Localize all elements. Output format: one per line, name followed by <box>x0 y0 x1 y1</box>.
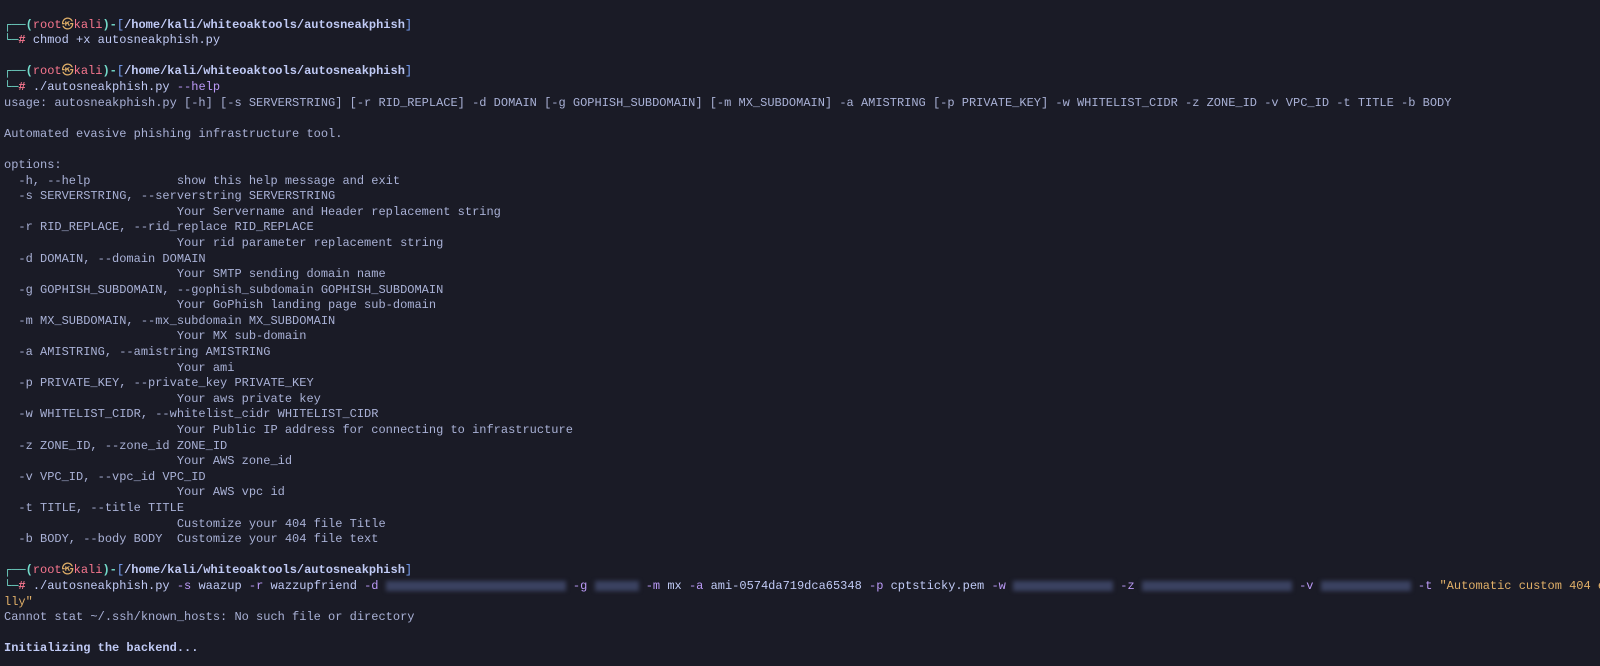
prompt-line1: ┌──(root㉿kali)-[/home/kali/whiteoaktools… <box>4 64 412 78</box>
option-line: -s SERVERSTRING, --serverstring SERVERST… <box>4 189 335 203</box>
option-line: Your ami <box>4 361 234 375</box>
prompt-line2: └─# chmod +x autosneakphish.py <box>4 33 220 47</box>
description: Automated evasive phishing infrastructur… <box>4 127 342 141</box>
error-line: Cannot stat ~/.ssh/known_hosts: No such … <box>4 610 414 624</box>
option-line: -r RID_REPLACE, --rid_replace RID_REPLAC… <box>4 220 314 234</box>
redacted-whitelist-cidr <box>1013 581 1113 591</box>
option-line: Your Servername and Header replacement s… <box>4 205 501 219</box>
option-line: Your aws private key <box>4 392 321 406</box>
command-wrap: lly" <box>4 595 33 609</box>
option-line: -a AMISTRING, --amistring AMISTRING <box>4 345 270 359</box>
option-line: Your SMTP sending domain name <box>4 267 386 281</box>
option-line: Customize your 404 file Title <box>4 517 386 531</box>
option-line: Your AWS zone_id <box>4 454 292 468</box>
options-header: options: <box>4 158 62 172</box>
init-backend: Initializing the backend... <box>4 641 198 655</box>
option-line: -m MX_SUBDOMAIN, --mx_subdomain MX_SUBDO… <box>4 314 335 328</box>
option-line: -w WHITELIST_CIDR, --whitelist_cidr WHIT… <box>4 407 378 421</box>
option-line: -t TITLE, --title TITLE <box>4 501 184 515</box>
command-run: ./autosneakphish.py <box>33 579 170 593</box>
option-line: -d DOMAIN, --domain DOMAIN <box>4 252 206 266</box>
option-line: Your AWS vpc id <box>4 485 285 499</box>
prompt-line1: ┌──(root㉿kali)-[/home/kali/whiteoaktools… <box>4 18 412 32</box>
usage-line: usage: autosneakphish.py [-h] [-s SERVER… <box>4 96 1451 110</box>
option-line: Your MX sub-domain <box>4 329 306 343</box>
option-line: -g GOPHISH_SUBDOMAIN, --gophish_subdomai… <box>4 283 443 297</box>
option-line: -v VPC_ID, --vpc_id VPC_ID <box>4 470 206 484</box>
option-line: -p PRIVATE_KEY, --private_key PRIVATE_KE… <box>4 376 314 390</box>
option-line: -b BODY, --body BODY Customize your 404 … <box>4 532 378 546</box>
redacted-zone-id <box>1142 581 1292 591</box>
command-chmod: chmod +x autosneakphish.py <box>33 33 220 47</box>
command-help: ./autosneakphish.py <box>33 80 170 94</box>
redacted-gophish-subdomain <box>595 581 639 591</box>
redacted-vpc-id <box>1321 581 1411 591</box>
prompt-line2: └─# ./autosneakphish.py --help <box>4 80 220 94</box>
option-line: Your Public IP address for connecting to… <box>4 423 573 437</box>
option-line: -h, --help show this help message and ex… <box>4 174 400 188</box>
option-line: -z ZONE_ID, --zone_id ZONE_ID <box>4 439 227 453</box>
option-line: Your rid parameter replacement string <box>4 236 443 250</box>
option-line: Your GoPhish landing page sub-domain <box>4 298 436 312</box>
terminal-output[interactable]: ┌──(root㉿kali)-[/home/kali/whiteoaktools… <box>0 0 1600 666</box>
redacted-domain <box>386 581 566 591</box>
prompt-line1: ┌──(root㉿kali)-[/home/kali/whiteoaktools… <box>4 563 412 577</box>
prompt-line2: └─# ./autosneakphish.py -s waazup -r waz… <box>4 579 1600 593</box>
